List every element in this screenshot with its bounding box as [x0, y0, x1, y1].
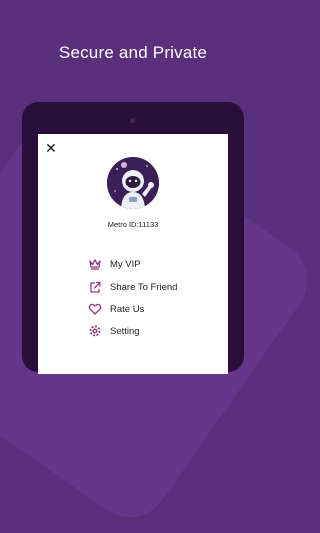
camera-dot [130, 118, 135, 123]
tablet-frame: ✕ Metro ID:11133 My VIP Share To Friend … [22, 102, 244, 374]
menu-item-rate-us[interactable]: Rate Us [88, 302, 144, 316]
menu-item-share-to-friend[interactable]: Share To Friend [88, 280, 177, 294]
heart-icon [88, 303, 102, 315]
menu-item-label: Share To Friend [110, 281, 178, 293]
menu-item-setting[interactable]: Setting [88, 324, 140, 338]
astronaut-icon [107, 157, 159, 209]
menu-item-label: Setting [110, 325, 140, 337]
close-icon[interactable]: ✕ [44, 141, 58, 155]
drawer-panel: ✕ Metro ID:11133 My VIP Share To Friend … [38, 134, 228, 374]
crown-icon [89, 259, 101, 270]
menu-item-label: Rate Us [110, 303, 145, 315]
headline: Secure and Private [58, 43, 208, 62]
avatar[interactable] [107, 157, 159, 209]
menu-item-label: My VIP [110, 258, 141, 270]
user-id-label: Metro ID:11133 [107, 220, 159, 229]
menu-item-my-vip[interactable]: My VIP [88, 257, 141, 271]
gear-icon [89, 325, 101, 337]
share-icon [90, 281, 101, 293]
